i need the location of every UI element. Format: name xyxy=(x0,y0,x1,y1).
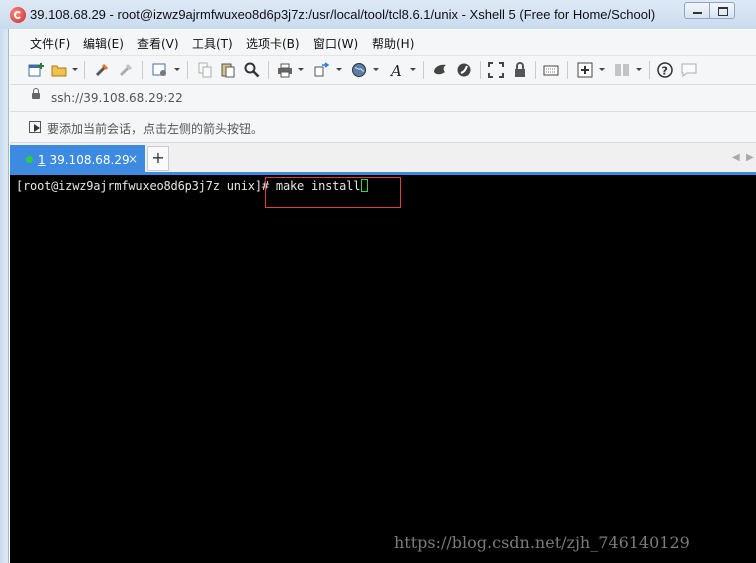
menu-view[interactable]: 查看(V) xyxy=(137,35,179,52)
help-icon[interactable]: ? xyxy=(657,62,673,78)
tab-label: 1 39.108.68.29 xyxy=(38,153,130,167)
address-bar: ssh://39.108.68.29:22 xyxy=(10,85,756,112)
toolbar-separator xyxy=(268,61,269,79)
menu-tools[interactable]: 工具(T) xyxy=(192,35,233,52)
menu-file[interactable]: 文件(F) xyxy=(30,35,70,52)
xmanager-icon[interactable] xyxy=(456,62,472,78)
maximize-button[interactable] xyxy=(709,2,735,19)
tab-number: 1 xyxy=(38,153,46,167)
svg-text:A: A xyxy=(390,62,402,78)
transfer-icon[interactable] xyxy=(314,62,330,78)
toolbar-separator xyxy=(535,61,536,79)
add-icon[interactable] xyxy=(577,62,593,78)
new-tab-button[interactable]: + xyxy=(147,146,169,171)
terminal-prompt: [root@izwz9ajrmfwuxeo8d6p3j7z unix]# xyxy=(16,179,276,193)
globe-icon[interactable] xyxy=(351,62,367,78)
toolbar-separator xyxy=(649,61,650,79)
command-highlight-box xyxy=(265,177,401,208)
disconnect-icon[interactable] xyxy=(118,62,134,78)
print-dropdown-arrow[interactable] xyxy=(298,68,304,71)
new-session-icon[interactable] xyxy=(28,62,44,78)
add-session-arrow-icon[interactable] xyxy=(29,121,41,133)
toolbar-separator xyxy=(187,61,188,79)
find-icon[interactable] xyxy=(244,62,260,78)
toolbar-separator xyxy=(423,61,424,79)
layout-icon[interactable] xyxy=(614,62,630,78)
tab-session-1[interactable]: 1 39.108.68.29 × xyxy=(10,145,145,173)
window-title: 39.108.68.29 - root@izwz9ajrmfwuxeo8d6p3… xyxy=(30,7,656,22)
terminal-area[interactable]: [root@izwz9ajrmfwuxeo8d6p3j7z unix]# mak… xyxy=(10,175,756,563)
toolbar-separator xyxy=(142,61,143,79)
lock-icon[interactable] xyxy=(512,62,528,78)
toolbar-separator xyxy=(84,61,85,79)
menu-window[interactable]: 窗口(W) xyxy=(313,35,358,52)
tab-close-icon[interactable]: × xyxy=(128,152,138,166)
svg-text:?: ? xyxy=(662,65,668,78)
transfer-dropdown-arrow[interactable] xyxy=(336,68,342,71)
minimize-button[interactable] xyxy=(684,2,710,19)
tab-host: 39.108.68.29 xyxy=(49,153,130,167)
globe-dropdown-arrow[interactable] xyxy=(373,68,379,71)
fullscreen-icon[interactable] xyxy=(488,62,504,78)
menu-edit[interactable]: 编辑(E) xyxy=(83,35,124,52)
lock-icon xyxy=(32,88,40,99)
font-icon[interactable]: A xyxy=(390,62,406,78)
paste-icon[interactable] xyxy=(220,62,236,78)
properties-dropdown-arrow[interactable] xyxy=(174,68,180,71)
open-folder-icon[interactable] xyxy=(51,62,67,78)
session-hint-text: 要添加当前会话，点击左侧的箭头按钮。 xyxy=(47,122,264,136)
tab-scroll-right-icon[interactable]: ▶ xyxy=(746,152,754,163)
font-dropdown-arrow[interactable] xyxy=(410,68,416,71)
watermark: https://blog.csdn.net/zjh_746140129 xyxy=(394,533,690,552)
xshell-app-icon[interactable] xyxy=(10,7,26,23)
toolbar-separator xyxy=(480,61,481,79)
menu-tabs[interactable]: 选项卡(B) xyxy=(246,35,300,52)
connect-icon[interactable] xyxy=(94,62,110,78)
print-icon[interactable] xyxy=(277,62,293,78)
chat-icon[interactable] xyxy=(681,62,697,78)
copy-icon[interactable] xyxy=(197,62,213,78)
add-dropdown-arrow[interactable] xyxy=(599,68,605,71)
layout-dropdown-arrow[interactable] xyxy=(636,68,642,71)
open-dropdown-arrow[interactable] xyxy=(72,68,78,71)
connection-status-icon xyxy=(26,156,33,163)
window-frame-left xyxy=(0,29,9,563)
toolbar-separator xyxy=(567,61,568,79)
properties-icon[interactable] xyxy=(152,62,168,78)
address-url[interactable]: ssh://39.108.68.29:22 xyxy=(51,91,183,105)
title-bar: 39.108.68.29 - root@izwz9ajrmfwuxeo8d6p3… xyxy=(0,0,756,29)
xftp-icon[interactable] xyxy=(432,62,448,78)
menu-help[interactable]: 帮助(H) xyxy=(372,35,414,52)
toolbar: A ? xyxy=(10,56,756,85)
tab-strip: 1 39.108.68.29 × + ◀ ▶ xyxy=(10,143,756,173)
tab-scroll-left-icon[interactable]: ◀ xyxy=(732,152,740,163)
menu-bar: 文件(F) 编辑(E) 查看(V) 工具(T) 选项卡(B) 窗口(W) 帮助(… xyxy=(10,30,756,56)
keyboard-icon[interactable] xyxy=(543,62,559,78)
session-hint-bar: 要添加当前会话，点击左侧的箭头按钮。 xyxy=(10,112,756,143)
